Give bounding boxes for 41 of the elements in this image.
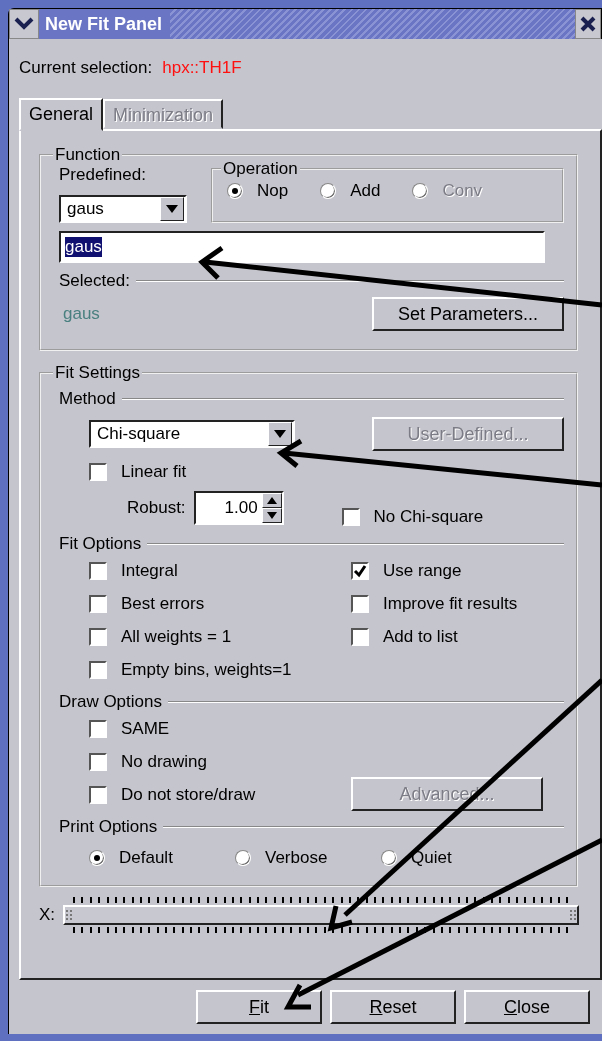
selected-function: gaus: [62, 304, 100, 324]
set-parameters-button[interactable]: Set Parameters...: [372, 297, 564, 331]
formula-field[interactable]: gaus: [59, 231, 545, 263]
checkbox-label: Linear fit: [121, 461, 187, 482]
predefined-label: Predefined:: [59, 165, 147, 185]
selection-value: hpx::TH1F: [162, 58, 242, 78]
group-title: Function: [54, 145, 122, 165]
checkbox-label: Integral: [121, 560, 178, 581]
checkbox-label: No drawing: [121, 751, 207, 772]
checkbox-label: All weights = 1: [121, 626, 232, 647]
section-title: Draw Options: [59, 692, 162, 712]
checkbox-label: SAME: [121, 718, 170, 739]
dialog-button[interactable]: Close: [464, 990, 590, 1024]
checkbox-label: Empty bins, weights=1: [121, 659, 292, 680]
radio-label: Nop: [257, 181, 289, 201]
checkbox-label: Improve fit results: [383, 593, 518, 614]
checkbox-label: No Chi-square: [373, 507, 484, 527]
checkbox-label: Best errors: [121, 593, 205, 614]
window-title: New Fit Panel: [44, 13, 164, 35]
tab[interactable]: General: [19, 98, 104, 131]
checkbox-label: Do not store/draw: [121, 784, 256, 805]
section-title: Method: [59, 389, 116, 409]
dialog-button[interactable]: Reset: [330, 990, 456, 1024]
group-title: Operation: [222, 159, 299, 179]
radio-label: Default: [119, 848, 173, 868]
dialog-button[interactable]: Fit: [196, 990, 322, 1024]
section-title: Fit Options: [59, 534, 142, 554]
radio-label: Verbose: [265, 848, 328, 868]
robust-spinbox[interactable]: 1.00: [193, 491, 284, 525]
radio-label: Conv: [442, 181, 483, 201]
method-dropdown[interactable]: Chi-square: [89, 420, 295, 448]
checkbox-label: Add to list: [383, 626, 458, 647]
checkbox-label: Use range: [383, 560, 462, 581]
section-title: Print Options: [59, 817, 158, 837]
selected-label: Selected:: [59, 271, 130, 291]
robust-label: Robust:: [127, 498, 186, 518]
selection-label: Current selection:: [19, 58, 153, 78]
predefined-dropdown[interactable]: gaus: [59, 195, 187, 223]
group-title: Fit Settings: [54, 363, 142, 383]
range-label: X:: [39, 905, 56, 925]
radio-label: Add: [350, 181, 381, 201]
